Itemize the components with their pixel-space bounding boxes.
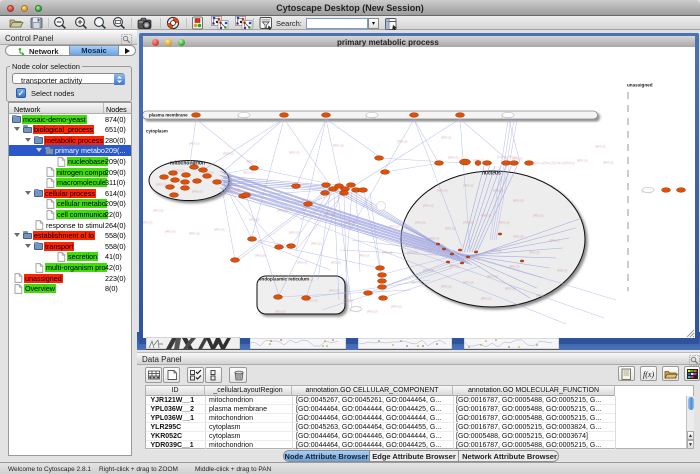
svg-text:(Abc-p): (Abc-p) (549, 238, 559, 242)
svg-text:(Abc-p): (Abc-p) (249, 217, 259, 221)
svg-text:(Abc-p): (Abc-p) (382, 250, 392, 254)
svg-text:(Abc-p): (Abc-p) (445, 226, 455, 230)
svg-text:(Abc-p): (Abc-p) (359, 253, 369, 257)
svg-text:(Abc-p): (Abc-p) (603, 160, 613, 164)
svg-text:f(x): f(x) (643, 370, 654, 379)
svg-text:(Abc-p): (Abc-p) (255, 253, 265, 257)
svg-text:plasma membrane: plasma membrane (149, 113, 188, 118)
svg-text:(Abc-p): (Abc-p) (289, 230, 299, 234)
svg-text:(Abc-p): (Abc-p) (529, 250, 539, 254)
svg-text:(Abc-p): (Abc-p) (481, 213, 491, 217)
svg-text:(Abc-p): (Abc-p) (303, 277, 313, 281)
svg-text:(Abc-p): (Abc-p) (429, 236, 439, 240)
svg-text:(Nqr-p) (Ptl-p): (Nqr-p) (Ptl-p) (497, 155, 517, 159)
svg-text:(Abc-p): (Abc-p) (289, 150, 299, 154)
svg-text:(Abc-p): (Abc-p) (499, 220, 509, 224)
svg-text:(Abc-p): (Abc-p) (536, 293, 546, 297)
svg-text:(Abc-p): (Abc-p) (324, 212, 334, 216)
svg-text:(Abc-p): (Abc-p) (143, 220, 152, 224)
svg-text:(Abc-p): (Abc-p) (165, 229, 175, 233)
svg-text:(Abc-p): (Abc-p) (297, 260, 307, 264)
svg-text:(Abc-p): (Abc-p) (577, 158, 587, 162)
svg-text:(Abc-p): (Abc-p) (333, 143, 343, 147)
svg-text:(Abc-p): (Abc-p) (487, 274, 497, 278)
svg-text:(Abc-p): (Abc-p) (345, 220, 355, 224)
svg-text:(Abc-p): (Abc-p) (192, 189, 202, 193)
svg-text:(Abc-p): (Abc-p) (449, 264, 459, 268)
svg-text:(Abc-p): (Abc-p) (437, 188, 447, 192)
svg-text:(Abc-p): (Abc-p) (389, 224, 399, 228)
svg-text:(Abc-p): (Abc-p) (423, 268, 433, 272)
svg-text:(Abc-p): (Abc-p) (513, 234, 523, 238)
svg-text:(Abc-p): (Abc-p) (491, 248, 501, 252)
svg-text:(Abc-p): (Abc-p) (311, 241, 321, 245)
svg-text:(Abc-p): (Abc-p) (223, 151, 233, 155)
svg-text:(Abc-p): (Abc-p) (493, 188, 503, 192)
svg-text:(Abc-p): (Abc-p) (391, 304, 401, 308)
svg-text:(Abc-p): (Abc-p) (423, 203, 433, 207)
svg-text:(Abc-p): (Abc-p) (230, 188, 240, 192)
svg-text:(Abc-p): (Abc-p) (513, 198, 523, 202)
svg-text:mitochondrion: mitochondrion (170, 161, 205, 167)
svg-text:(Abc-p): (Abc-p) (329, 288, 339, 292)
svg-text:endoplasmic reticulum: endoplasmic reticulum (259, 277, 309, 282)
svg-text:(Abc-p): (Abc-p) (247, 159, 257, 163)
svg-text:(Abc-p): (Abc-p) (367, 309, 377, 313)
svg-text:(Abc-p): (Abc-p) (469, 256, 479, 260)
svg-text:(Abc-p): (Abc-p) (214, 227, 224, 231)
svg-text:(Abc-p): (Abc-p) (448, 155, 458, 159)
svg-text:(Abc-p): (Abc-p) (463, 183, 473, 187)
svg-text:(Abc-p): (Abc-p) (343, 298, 353, 302)
svg-text:(Abc-p): (Abc-p) (415, 220, 425, 224)
svg-text:(Abc-p): (Abc-p) (156, 182, 166, 186)
svg-text:(Abc-p): (Abc-p) (533, 213, 543, 217)
svg-text:(Abc-p): (Abc-p) (189, 231, 199, 235)
svg-text:(Abc-p): (Abc-p) (397, 139, 407, 143)
svg-text:(Abc-p): (Abc-p) (189, 141, 199, 145)
svg-text:(Abc-p): (Abc-p) (331, 260, 341, 264)
svg-text:unassigned: unassigned (627, 83, 653, 88)
svg-text:(Abc-p): (Abc-p) (509, 264, 519, 268)
svg-text:(Abc-p): (Abc-p) (463, 220, 473, 224)
svg-text:(Abc-p): (Abc-p) (243, 170, 253, 174)
svg-text:(Abc-p): (Abc-p) (481, 296, 491, 300)
svg-text:(Abc-p): (Abc-p) (595, 144, 605, 148)
svg-text:(Abc-p)(Bcd-p)(Cde-p)(Def-p): (Abc-p)(Bcd-p)(Cde-p)(Def-p) (533, 161, 575, 165)
svg-text:(Abc-p): (Abc-p) (505, 286, 515, 290)
svg-text:(Abc-p): (Abc-p) (441, 135, 451, 139)
svg-text:(Abc-p): (Abc-p) (275, 309, 285, 313)
svg-text:cytoplasm: cytoplasm (146, 129, 168, 134)
svg-text:(Abc-p): (Abc-p) (407, 250, 417, 254)
svg-text:(Abc-p): (Abc-p) (557, 268, 567, 272)
svg-text:(Abc-p): (Abc-p) (441, 284, 451, 288)
svg-text:(Abc-p): (Abc-p) (411, 280, 421, 284)
svg-text:(Abc-p): (Abc-p) (153, 208, 163, 212)
svg-text:(Abc-p): (Abc-p) (463, 280, 473, 284)
svg-text:(Abc-p): (Abc-p) (277, 208, 287, 212)
